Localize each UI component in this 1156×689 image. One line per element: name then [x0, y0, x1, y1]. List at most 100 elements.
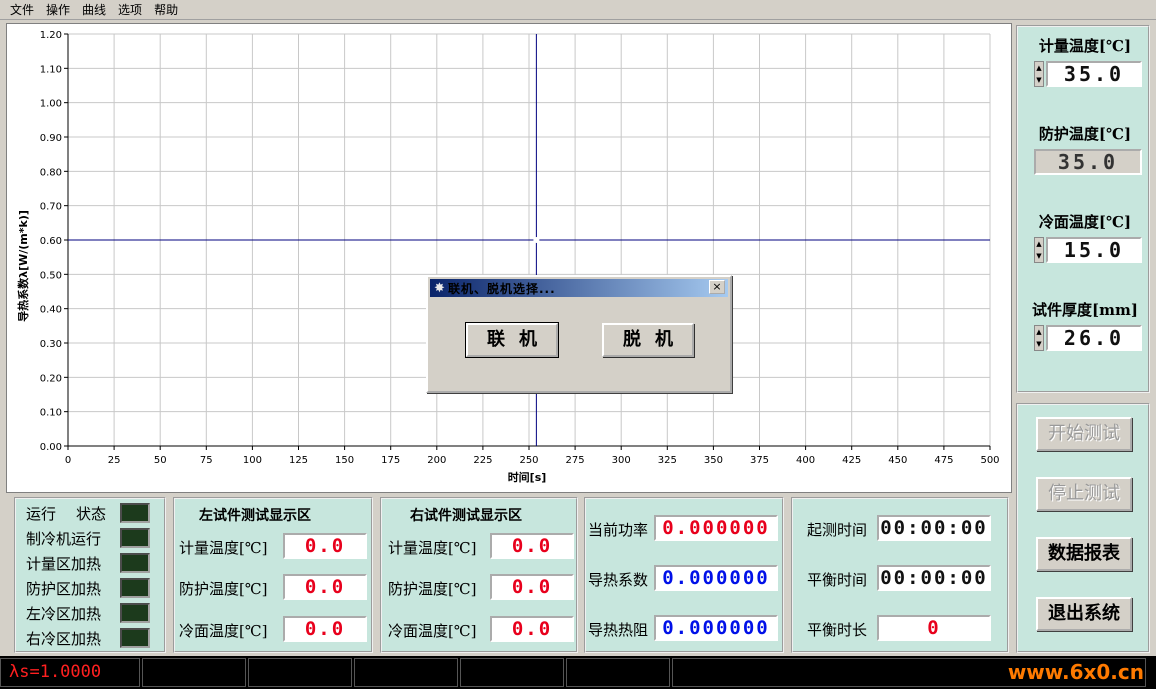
- x-tick-label: 325: [658, 455, 677, 466]
- x-tick-label: 500: [980, 455, 999, 466]
- conductivity-label: 导热系数: [588, 571, 649, 589]
- y-tick-label: 0.60: [40, 236, 62, 247]
- right-guard-temp-label: 防护温度[℃]: [388, 580, 477, 598]
- x-tick-label: 250: [519, 455, 538, 466]
- status-led-meter-heat: [120, 553, 150, 573]
- x-tick-label: 400: [796, 455, 815, 466]
- left-sample-panel: 左试件测试显示区 计量温度[℃] 0.0 防护温度[℃] 0.0 冷面温度[℃]…: [173, 497, 373, 653]
- dialog-title: 联机、脱机选择...: [448, 281, 556, 296]
- status-cell-5: [460, 658, 564, 687]
- power-value: 0.000000: [654, 515, 778, 541]
- status-cell-6: [566, 658, 670, 687]
- right-sample-panel: 右试件测试显示区 计量温度[℃] 0.0 防护温度[℃] 0.0 冷面温度[℃]…: [380, 497, 578, 653]
- thickness-label: 试件厚度[mm]: [1032, 301, 1138, 319]
- gear-icon: ✸: [434, 281, 445, 296]
- menu-operate[interactable]: 操作: [40, 0, 76, 20]
- chart-canvas: 0 25 50 75 100 125 150 175 200 225 250 275 300 325 350…: [16, 30, 1000, 484]
- online-offline-dialog: ✸ 联机、脱机选择... × 联机 脱机: [426, 275, 732, 393]
- exit-system-button[interactable]: 退出系统: [1036, 597, 1132, 631]
- x-tick-label: 450: [888, 455, 907, 466]
- left-cold-temp-value: 0.0: [283, 616, 367, 642]
- measurement-panel: 当前功率 0.000000 导热系数 0.000000 导热热阻 0.00000…: [584, 497, 784, 653]
- status-cell-2: [142, 658, 246, 687]
- balance-duration-value: 0: [877, 615, 991, 641]
- y-tick-label: 0.10: [40, 408, 62, 419]
- online-button[interactable]: 联机: [465, 322, 559, 358]
- x-tick-label: 375: [750, 455, 769, 466]
- cold-temp-spinner[interactable]: ▲ ▼: [1034, 237, 1044, 263]
- menu-file[interactable]: 文件: [4, 0, 40, 20]
- start-time-value: 00:00:00: [877, 515, 991, 541]
- meter-temp-spinner[interactable]: ▲ ▼: [1034, 61, 1044, 87]
- status-cell-4: [354, 658, 458, 687]
- left-guard-temp-label: 防护温度[℃]: [179, 580, 268, 598]
- left-sample-title: 左试件测试显示区: [199, 508, 311, 524]
- left-cold-temp-label: 冷面温度[℃]: [179, 622, 268, 640]
- y-tick-label: 0.20: [40, 373, 62, 384]
- x-tick-label: 175: [381, 455, 400, 466]
- guard-temp-display: 35.0: [1034, 149, 1142, 175]
- x-tick-label: 25: [108, 455, 121, 466]
- x-tick-label: 475: [934, 455, 953, 466]
- cold-temp-input[interactable]: 15.0: [1046, 237, 1142, 263]
- balance-duration-label: 平衡时长: [807, 621, 868, 639]
- right-meter-temp-label: 计量温度[℃]: [388, 539, 477, 557]
- x-tick-label: 50: [154, 455, 167, 466]
- left-meter-temp-label: 计量温度[℃]: [179, 539, 268, 557]
- status-item-meter-heat: 计量区加热: [26, 555, 102, 573]
- cold-temp-label: 冷面温度[℃]: [1038, 213, 1132, 231]
- menu-bar: 文件 操作 曲线 选项 帮助: [0, 0, 1156, 20]
- timing-panel: 起测时间 00:00:00 平衡时间 00:00:00 平衡时长 0: [791, 497, 1009, 653]
- x-tick-label: 150: [335, 455, 354, 466]
- thickness-input[interactable]: 26.0: [1046, 325, 1142, 351]
- y-tick-label: 0.30: [40, 339, 62, 350]
- parameter-panel: 计量温度[℃] ▲ ▼ 35.0 防护温度[℃] 35.0 冷面温度[℃] ▲ ▼ …: [1016, 25, 1150, 393]
- cursor-point[interactable]: [533, 237, 540, 243]
- left-guard-temp-value: 0.0: [283, 574, 367, 600]
- x-tick-label: 125: [289, 455, 308, 466]
- status-cell-3: [248, 658, 352, 687]
- x-tick-label: 425: [842, 455, 861, 466]
- watermark-text: www.6x0.cn: [1007, 660, 1144, 684]
- status-led-guard-heat: [120, 578, 150, 598]
- y-tick-label: 0.50: [40, 270, 62, 281]
- menu-help[interactable]: 帮助: [148, 0, 184, 20]
- chart-y-label: 导热系数λ[W/(m*k)]: [16, 210, 30, 322]
- menu-curve[interactable]: 曲线: [76, 0, 112, 20]
- status-item-right-cold-heat: 右冷区加热: [26, 630, 102, 648]
- left-meter-temp-value: 0.0: [283, 533, 367, 559]
- control-panel: 开始测试 停止测试 数据报表 退出系统: [1016, 403, 1150, 653]
- right-sample-title: 右试件测试显示区: [410, 508, 522, 524]
- data-report-button[interactable]: 数据报表: [1036, 537, 1132, 571]
- power-label: 当前功率: [588, 521, 649, 539]
- lambda-status: λs=1.0000: [0, 658, 140, 687]
- x-tick-label: 225: [473, 455, 492, 466]
- y-tick-label: 0.00: [40, 442, 62, 453]
- status-panel: 运行 状态 制冷机运行 计量区加热 防护区加热 左冷区加热 右冷区加热: [14, 497, 166, 653]
- close-icon[interactable]: ×: [709, 280, 725, 294]
- x-tick-label: 0: [65, 455, 71, 466]
- status-bar: λs=1.0000: [0, 656, 1156, 689]
- meter-temp-label: 计量温度[℃]: [1038, 37, 1132, 55]
- y-tick-label: 1.20: [40, 30, 62, 41]
- start-test-button[interactable]: 开始测试: [1036, 417, 1132, 451]
- right-cold-temp-label: 冷面温度[℃]: [388, 622, 477, 640]
- x-tick-label: 350: [704, 455, 723, 466]
- status-header-state: 状态: [76, 505, 107, 523]
- status-led-chiller: [120, 528, 150, 548]
- conductivity-chart[interactable]: 0 25 50 75 100 125 150 175 200 225 250 275 300 325 350…: [6, 23, 1012, 493]
- y-tick-label: 0.90: [40, 133, 62, 144]
- stop-test-button[interactable]: 停止测试: [1036, 477, 1132, 511]
- offline-button[interactable]: 脱机: [602, 323, 694, 357]
- meter-temp-input[interactable]: 35.0: [1046, 61, 1142, 87]
- status-led-run: [120, 503, 150, 523]
- thickness-spinner[interactable]: ▲ ▼: [1034, 325, 1044, 351]
- dialog-titlebar[interactable]: ✸ 联机、脱机选择... ×: [430, 279, 728, 297]
- status-item-left-cold-heat: 左冷区加热: [26, 605, 102, 623]
- status-item-chiller: 制冷机运行: [26, 530, 102, 548]
- y-tick-label: 1.00: [40, 99, 62, 110]
- menu-options[interactable]: 选项: [112, 0, 148, 20]
- right-guard-temp-value: 0.0: [490, 574, 574, 600]
- start-time-label: 起测时间: [807, 521, 868, 539]
- x-tick-label: 200: [427, 455, 446, 466]
